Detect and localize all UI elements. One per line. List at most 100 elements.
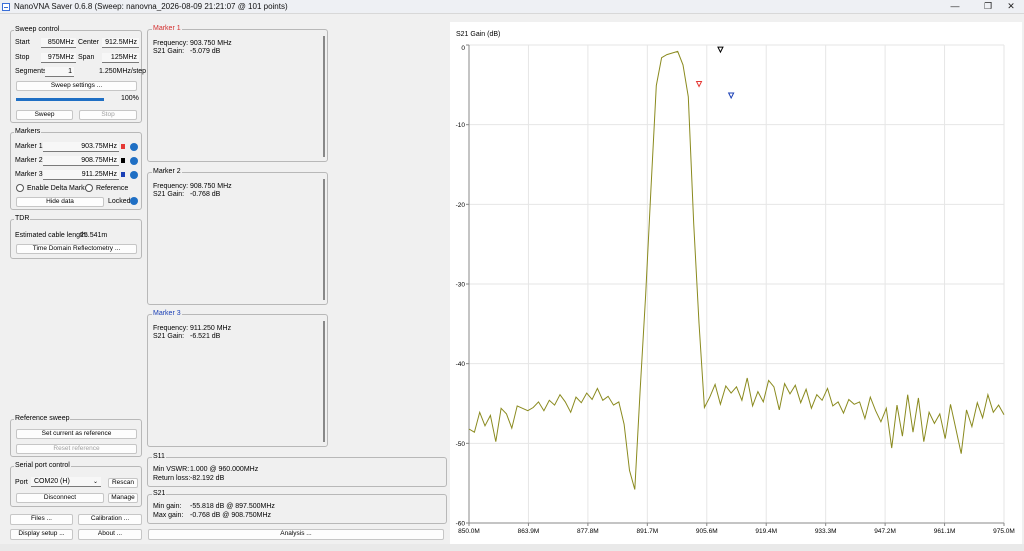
cable-length-label: Estimated cable length:	[15, 232, 88, 239]
center-input[interactable]: 912.5MHz	[102, 38, 139, 48]
marker2-info-title: Marker 2	[152, 168, 182, 175]
x-tick-label: 905.6M	[696, 528, 718, 535]
s11-return-loss-value: -82.192 dB	[190, 475, 225, 482]
port-label: Port	[15, 479, 28, 486]
marker1-show-toggle[interactable]	[130, 143, 138, 151]
sweep-progress-fill	[16, 98, 104, 101]
sweep-control-group: Sweep control Start 850MHz Center 912.5M…	[10, 26, 146, 123]
y-tick-label: -60	[456, 521, 466, 528]
hide-data-button[interactable]: Hide data	[16, 197, 104, 207]
minimize-button[interactable]: —	[942, 0, 968, 13]
start-label: Start	[15, 39, 30, 46]
y-tick-label: -20	[456, 202, 466, 209]
reference-label: Reference	[96, 185, 129, 192]
s21-summary-box: S21 Min gain: -55.818 dB @ 897.500MHz Max…	[147, 490, 447, 524]
serial-port-title: Serial port control	[14, 462, 71, 469]
marker1-color-swatch[interactable]	[121, 144, 125, 149]
s11-return-loss-label: Return loss:	[153, 475, 191, 482]
s21-max-gain-value: -0.768 dB @ 908.750MHz	[190, 512, 272, 519]
tdr-title: TDR	[14, 215, 31, 222]
marker1-frequency-input[interactable]: 903.75MHz	[43, 142, 119, 152]
marker2-gain-line: S21 Gain: -0.768 dB	[153, 191, 220, 198]
calibration-button[interactable]: Calibration ...	[78, 514, 142, 525]
stop-input[interactable]: 975MHz	[41, 53, 76, 63]
span-label: Span	[78, 54, 95, 61]
chart-x-tick-labels: 850.0M 863.9M 877.8M 891.7M 905.6M 919.4M 933.…	[458, 528, 1015, 535]
markers-group: Markers Marker 1 903.75MHz Marker 2 908.…	[10, 128, 142, 210]
display-setup-button[interactable]: Display setup ...	[10, 529, 73, 540]
marker3-info-box: Marker 3 Frequency: 911.250 MHz S21 Gain:…	[147, 310, 328, 447]
port-select[interactable]: COM20 (H)	[31, 477, 101, 487]
delta-marker-checkbox[interactable]	[16, 184, 24, 192]
marker3-scrollbar[interactable]	[323, 321, 325, 442]
marker1-frequency-label: Frequency:	[153, 40, 189, 47]
marker1-info-box: Marker 1 Frequency: 903.750 MHz S21 Gain:…	[147, 25, 328, 162]
s21-min-gain-value: -55.818 dB @ 897.500MHz	[190, 503, 275, 510]
marker3-color-swatch[interactable]	[121, 172, 125, 177]
span-input[interactable]: 125MHz	[102, 53, 139, 63]
y-tick-label: -30	[456, 282, 466, 289]
locked-label: Locked	[108, 198, 131, 205]
chart-y-tick-labels: 0 -10 -20 -30 -40 -50 -60	[456, 45, 466, 528]
s11-line2: Return loss: -82.192 dB	[153, 475, 224, 482]
marker2-color-swatch[interactable]	[121, 158, 125, 163]
s21-min-gain-label: Min gain:	[153, 503, 182, 510]
disconnect-button[interactable]: Disconnect	[16, 493, 104, 503]
start-input[interactable]: 850MHz	[41, 38, 76, 48]
s11-summary-box: S11 Min VSWR: 1.000 @ 960.000MHz Return l…	[147, 453, 447, 487]
marker2-frequency-input[interactable]: 908.75MHz	[43, 156, 119, 166]
marker2-show-toggle[interactable]	[130, 157, 138, 165]
y-tick-label: -40	[456, 361, 466, 368]
rescan-button[interactable]: Rescan	[108, 478, 138, 488]
marker1-gain-value: -5.079 dB	[190, 48, 221, 55]
marker3-frequency-value: 911.250 MHz	[190, 325, 232, 332]
marker1-scrollbar[interactable]	[323, 36, 325, 157]
marker3-show-toggle[interactable]	[130, 171, 138, 179]
marker2-gain-label: S21 Gain:	[153, 191, 185, 198]
marker3-frequency-input[interactable]: 911.25MHz	[43, 170, 119, 180]
delta-marker-label: Enable Delta Marker	[27, 185, 91, 192]
files-button[interactable]: Files ...	[10, 514, 73, 525]
marker3-frequency-label: Frequency:	[153, 325, 189, 332]
marker3-info-title: Marker 3	[152, 310, 182, 317]
marker1-gain-line: S21 Gain: -5.079 dB	[153, 48, 220, 55]
set-reference-button[interactable]: Set current as reference	[16, 429, 137, 439]
sweep-settings-button[interactable]: Sweep settings ...	[16, 81, 137, 91]
marker2-frequency-value: 908.750 MHz	[190, 183, 232, 190]
tdr-button[interactable]: Time Domain Reflectometry ...	[16, 244, 137, 254]
y-tick-label: -10	[456, 122, 466, 129]
marker2-scrollbar[interactable]	[323, 179, 325, 300]
reference-checkbox[interactable]	[85, 184, 93, 192]
marker1-gain-label: S21 Gain:	[153, 48, 185, 55]
s21-gain-chart[interactable]: S21 Gain (dB) 0 -10 -20 -30 -40 -50 -60 850.0M…	[450, 22, 1022, 546]
reset-reference-button[interactable]: Reset reference	[16, 444, 137, 454]
analysis-button[interactable]: Analysis ...	[148, 529, 444, 540]
marker2-label: Marker 2	[15, 157, 43, 164]
x-tick-label: 933.3M	[815, 528, 837, 535]
s11-vswr-label: Min VSWR:	[153, 466, 190, 473]
segments-label: Segments	[15, 68, 47, 75]
segments-input[interactable]: 1	[45, 67, 74, 77]
stop-label: Stop	[15, 54, 30, 61]
s21-max-gain-label: Max gain:	[153, 512, 184, 519]
about-button[interactable]: About ...	[78, 529, 142, 540]
s21-gain-chart-svg: S21 Gain (dB) 0 -10 -20 -30 -40 -50 -60 850.0M…	[456, 31, 1015, 535]
chevron-down-icon: ⌄	[93, 479, 99, 485]
serial-port-group: Serial port control Port COM20 (H) ⌄ Res…	[10, 462, 142, 507]
sweep-progress-bar	[16, 98, 104, 101]
stop-button[interactable]: Stop	[79, 110, 137, 120]
marker3-gain-line: S21 Gain: -6.521 dB	[153, 333, 220, 340]
locked-toggle[interactable]	[130, 197, 138, 205]
x-tick-label: 961.1M	[934, 528, 956, 535]
cable-length-value: 25.541m	[80, 232, 108, 239]
marker3-gain-label: S21 Gain:	[153, 333, 185, 340]
manage-button[interactable]: Manage	[108, 493, 138, 503]
marker2-info-box: Marker 2 Frequency: 908.750 MHz S21 Gain:…	[147, 168, 328, 305]
s21-gain-line	[468, 50, 1005, 490]
close-button[interactable]: ✕	[998, 0, 1024, 13]
progress-text: 100%	[121, 95, 139, 102]
marker1-frequency-line: Frequency: 903.750 MHz	[153, 40, 232, 47]
window-title: NanoVNA Saver 0.6.8 (Sweep: nanovna_2026…	[14, 2, 288, 11]
sweep-button[interactable]: Sweep	[16, 110, 73, 120]
chart-marker-3	[727, 92, 735, 100]
